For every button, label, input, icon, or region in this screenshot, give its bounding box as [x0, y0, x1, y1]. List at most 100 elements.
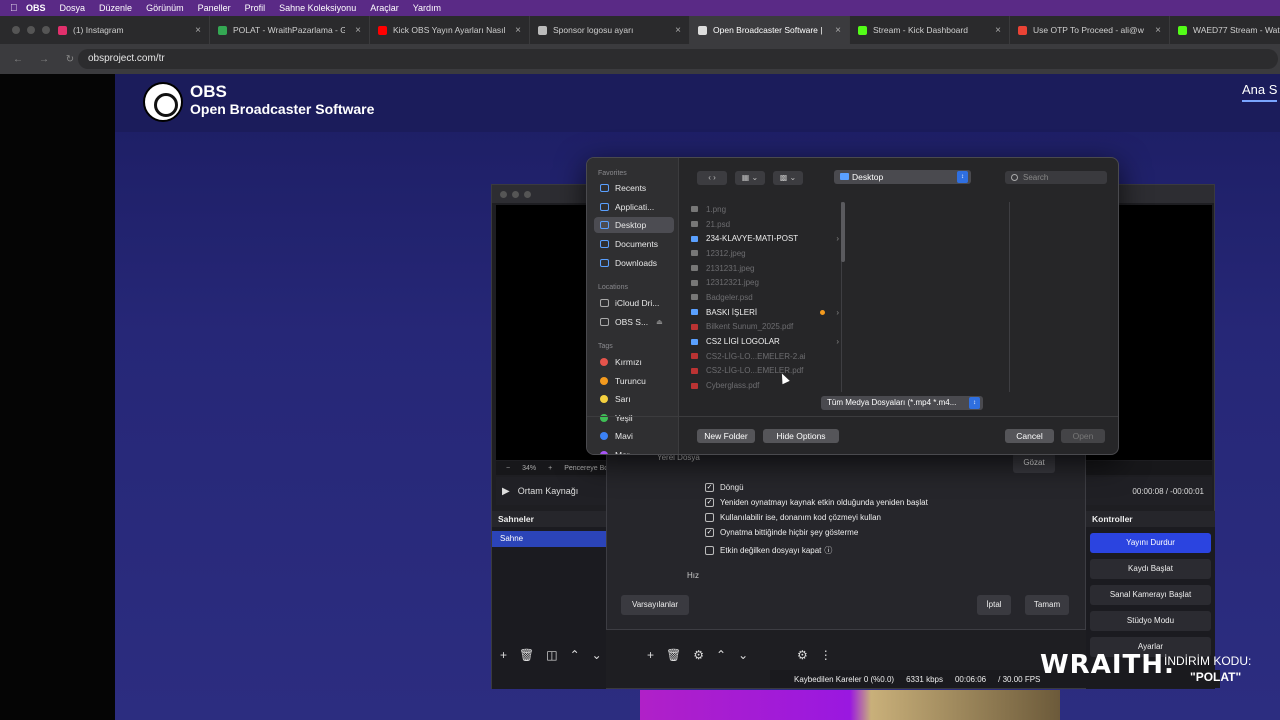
minimize-window-icon[interactable] — [512, 190, 519, 198]
studio-mode-button[interactable]: Stüdyo Modu — [1090, 611, 1211, 631]
forward-arrow-icon[interactable]: → — [36, 54, 52, 65]
checkbox[interactable] — [705, 513, 714, 522]
location-select[interactable]: Desktop ↕ — [834, 170, 971, 184]
eject-icon[interactable]: ⏏ — [656, 318, 663, 326]
grid-view-icon[interactable]: ▩ ⌄ — [773, 171, 803, 185]
gear-icon[interactable]: ⚙ — [797, 648, 808, 662]
new-folder-button[interactable]: New Folder — [697, 429, 755, 443]
checkbox[interactable]: ✓ — [705, 483, 714, 492]
checkbox-row[interactable]: Kullanılabilir ise, donanım kod çözmeyi … — [705, 513, 881, 522]
menu-item[interactable]: Profil — [245, 3, 266, 13]
sidebar-tag[interactable]: Sarı — [594, 391, 674, 407]
file-row[interactable]: 12312.jpeg — [691, 246, 841, 261]
cancel-button[interactable]: Cancel — [1005, 429, 1054, 443]
move-up-icon[interactable]: ⌃ — [570, 648, 580, 662]
file-row[interactable]: 1.png — [691, 202, 841, 217]
start-recording-button[interactable]: Kaydı Başlat — [1090, 559, 1211, 579]
minimize-window-icon[interactable] — [27, 26, 35, 34]
file-row[interactable]: CS2-LİG-LO...EMELER.pdf — [691, 364, 841, 379]
menu-item[interactable]: Sahne Koleksiyonu — [279, 3, 356, 13]
filter-icon[interactable]: ◫ — [546, 648, 557, 662]
menu-item[interactable]: Görünüm — [146, 3, 184, 13]
play-icon[interactable]: ▶ — [502, 486, 510, 497]
browser-tab[interactable]: (1) Instagram × — [50, 16, 210, 44]
apple-icon[interactable]:  — [10, 3, 26, 14]
sidebar-item-icloud[interactable]: iCloud Dri... — [594, 295, 674, 311]
checkbox-row[interactable]: ✓ Döngü — [705, 483, 744, 492]
file-row[interactable]: BASKI İŞLERİ › — [691, 305, 841, 320]
checkbox[interactable]: ✓ — [705, 498, 714, 507]
file-row[interactable]: 21.psd — [691, 217, 841, 232]
close-tab-icon[interactable]: × — [1155, 25, 1161, 36]
close-tab-icon[interactable]: × — [995, 25, 1001, 36]
sidebar-item-applications[interactable]: Applicati... — [594, 199, 674, 215]
browser-tab[interactable]: Kick OBS Yayın Ayarları Nasıl × — [370, 16, 530, 44]
close-tab-icon[interactable]: × — [515, 25, 521, 36]
checkbox-row[interactable]: ✓ Oynatma bittiğinde hiçbir şey gösterme — [705, 528, 858, 537]
browser-tab[interactable]: Open Broadcaster Software | × — [690, 16, 850, 44]
defaults-button[interactable]: Varsayılanlar — [621, 595, 689, 615]
add-icon[interactable]: + — [500, 648, 507, 662]
gear-icon[interactable]: ⚙ — [693, 648, 704, 662]
ok-button[interactable]: Tamam — [1025, 595, 1069, 615]
column-view-icon[interactable]: ▦ ⌄ — [735, 171, 765, 185]
file-row[interactable]: CS2-LİG-LO...EMELER-2.ai — [691, 349, 841, 364]
close-window-icon[interactable] — [12, 26, 20, 34]
menu-item[interactable]: Paneller — [198, 3, 231, 13]
hide-options-button[interactable]: Hide Options — [763, 429, 839, 443]
zoom-in-icon[interactable]: + — [548, 465, 552, 472]
open-button[interactable]: Open — [1061, 429, 1105, 443]
sidebar-item-recents[interactable]: Recents — [594, 180, 674, 196]
close-tab-icon[interactable]: × — [675, 25, 681, 36]
url-field[interactable]: obsproject.com/tr — [78, 49, 1278, 69]
sidebar-tag[interactable]: Turuncu — [594, 373, 674, 389]
move-down-icon[interactable]: ⌄ — [738, 648, 748, 662]
close-tab-icon[interactable]: × — [195, 25, 201, 36]
sidebar-item-obs-volume[interactable]: OBS S... ⏏ — [594, 314, 674, 330]
start-virtual-camera-button[interactable]: Sanal Kamerayı Başlat — [1090, 585, 1211, 605]
browser-tab[interactable]: Stream - Kick Dashboard × — [850, 16, 1010, 44]
sidebar-item-documents[interactable]: Documents — [594, 236, 674, 252]
checkbox[interactable]: ✓ — [705, 528, 714, 537]
move-up-icon[interactable]: ⌃ — [716, 648, 726, 662]
close-tab-icon[interactable]: × — [355, 25, 361, 36]
file-row[interactable]: Bilkent Sunum_2025.pdf — [691, 320, 841, 335]
stop-stream-button[interactable]: Yayını Durdur — [1090, 533, 1211, 553]
obs-logo-icon[interactable] — [143, 82, 183, 122]
cancel-button[interactable]: İptal — [977, 595, 1011, 615]
file-row[interactable]: 2131231.jpeg — [691, 261, 841, 276]
sidebar-tag[interactable]: Kırmızı — [594, 354, 674, 370]
fit-window-button[interactable]: Pencereye Boy — [564, 465, 611, 472]
close-tab-icon[interactable]: × — [835, 25, 841, 36]
trash-icon[interactable]: 🗑 — [666, 648, 681, 662]
help-icon[interactable]: ⓘ — [824, 545, 832, 556]
zoom-out-icon[interactable]: − — [506, 465, 510, 472]
file-row[interactable]: 12312321.jpeg — [691, 275, 841, 290]
browse-button[interactable]: Gözat — [1013, 453, 1055, 473]
file-row[interactable]: Cyberglass.pdf — [691, 378, 841, 393]
zoom-window-icon[interactable] — [42, 26, 50, 34]
menu-app-name[interactable]: OBS — [26, 3, 46, 13]
browser-tab[interactable]: POLAT - WraithPazarlama - G × — [210, 16, 370, 44]
sidebar-item-desktop[interactable]: Desktop — [594, 217, 674, 233]
back-forward-buttons[interactable]: ‹ › — [697, 171, 727, 185]
menu-item[interactable]: Düzenle — [99, 3, 132, 13]
checkbox-row[interactable]: ✓ Yeniden oynatmayı kaynak etkin olduğund… — [705, 498, 928, 507]
file-row[interactable]: Badgeler.psd — [691, 290, 841, 305]
add-icon[interactable]: + — [647, 648, 654, 662]
zoom-window-icon[interactable] — [524, 190, 531, 198]
reload-icon[interactable]: ↻ — [62, 54, 78, 65]
browser-tab[interactable]: Use OTP To Proceed - ali@w × — [1010, 16, 1170, 44]
scene-item[interactable]: Sahne — [492, 531, 606, 547]
sidebar-item-downloads[interactable]: Downloads — [594, 255, 674, 271]
file-row[interactable]: CS2 LİGİ LOGOLAR › — [691, 334, 841, 349]
checkbox-row[interactable]: Etkin değilken dosyayı kapat ⓘ — [705, 545, 832, 556]
back-arrow-icon[interactable]: ← — [10, 54, 26, 65]
menu-item[interactable]: Yardım — [413, 3, 441, 13]
file-row[interactable]: 234-KLAVYE-MATI-POST › — [691, 231, 841, 246]
trash-icon[interactable]: 🗑 — [519, 648, 534, 662]
move-down-icon[interactable]: ⌄ — [592, 648, 602, 662]
menu-item[interactable]: Araçlar — [370, 3, 399, 13]
browser-tab[interactable]: WAED77 Stream - Watc× — [1170, 16, 1280, 44]
browser-tab[interactable]: Sponsor logosu ayarı × — [530, 16, 690, 44]
